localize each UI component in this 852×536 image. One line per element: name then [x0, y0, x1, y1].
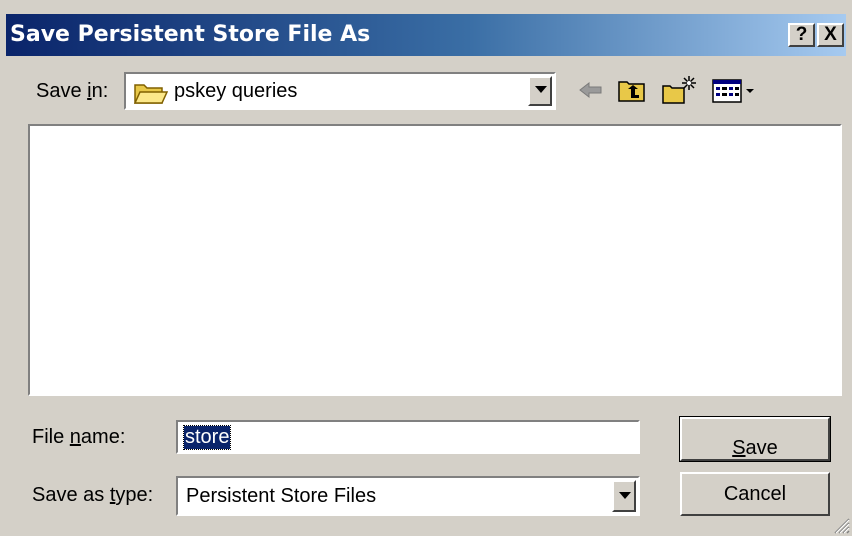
dialog-title: Save Persistent Store File As [10, 22, 371, 47]
file-name-label: File name: [32, 426, 126, 448]
up-folder-icon[interactable] [616, 74, 648, 106]
save-button-label: Save [732, 437, 778, 459]
save-in-value: pskey queries [174, 80, 298, 102]
save-in-dropdown-button[interactable] [528, 76, 552, 106]
file-name-value: store [182, 425, 232, 450]
save-as-type-dropdown[interactable]: Persistent Store Files [176, 476, 640, 516]
close-button[interactable]: X [817, 23, 844, 47]
cancel-button[interactable]: Cancel [680, 472, 830, 516]
save-as-type-value: Persistent Store Files [186, 485, 377, 507]
resize-grip-icon[interactable] [832, 516, 850, 534]
save-button[interactable]: Save [679, 416, 831, 462]
folder-icon [134, 84, 168, 104]
help-icon: ? [795, 24, 808, 45]
file-list[interactable] [28, 124, 842, 396]
new-folder-icon[interactable] [660, 74, 700, 106]
back-arrow-icon[interactable] [578, 74, 604, 106]
save-dialog: Save Persistent Store File As ? X Save i… [0, 0, 852, 536]
title-bar[interactable]: Save Persistent Store File As ? X [6, 14, 846, 56]
cancel-button-label: Cancel [723, 483, 787, 505]
save-in-label: Save in: [36, 80, 109, 102]
save-as-type-label: Save as type: [32, 484, 154, 506]
help-button[interactable]: ? [788, 23, 815, 47]
close-icon: X [824, 24, 837, 45]
chevron-down-icon [535, 86, 547, 93]
file-name-input[interactable]: store [176, 420, 640, 454]
save-in-dropdown[interactable]: pskey queries [124, 72, 556, 110]
save-as-type-dropdown-button[interactable] [612, 480, 636, 512]
view-menu-icon[interactable] [710, 74, 762, 106]
chevron-down-icon [619, 492, 631, 499]
